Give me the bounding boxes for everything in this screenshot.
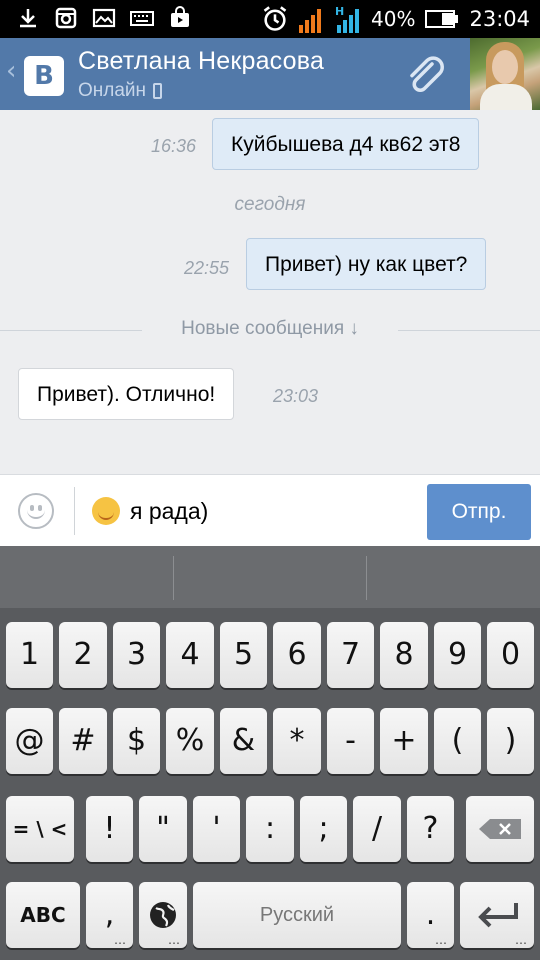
key-4[interactable]: 4: [166, 622, 214, 688]
key-hash[interactable]: #: [59, 708, 107, 774]
contact-avatar[interactable]: [470, 38, 540, 110]
key-period-label: .: [425, 897, 436, 932]
key-6[interactable]: 6: [273, 622, 321, 688]
mobile-phone-icon: [153, 83, 163, 99]
outgoing-message[interactable]: Привет) ну как цвет?: [246, 238, 487, 290]
key-double-quote[interactable]: ": [139, 796, 187, 862]
key-plus[interactable]: +: [380, 708, 428, 774]
key-percent[interactable]: %: [166, 708, 214, 774]
key-1[interactable]: 1: [6, 622, 53, 688]
key-colon[interactable]: :: [246, 796, 294, 862]
paperclip-icon[interactable]: [402, 52, 450, 100]
key-7[interactable]: 7: [327, 622, 374, 688]
key-asterisk[interactable]: *: [273, 708, 321, 774]
network-h-signal-icon: H: [335, 5, 360, 33]
keyboard-icon: [130, 11, 154, 26]
key-abc[interactable]: ABC: [6, 882, 80, 948]
incoming-message[interactable]: Привет). Отлично!: [18, 368, 235, 420]
send-button[interactable]: Отпр.: [427, 484, 531, 540]
chat-header: ‹ В Светлана Некрасова Онлайн: [0, 38, 540, 110]
key-3[interactable]: 3: [113, 622, 160, 688]
new-messages-divider: Новые сообщения ↓: [0, 318, 540, 342]
battery-percent: 40%: [371, 7, 416, 31]
svg-text:H: H: [335, 5, 344, 18]
key-5[interactable]: 5: [220, 622, 267, 688]
key-period[interactable]: .…: [407, 882, 454, 948]
vk-logo[interactable]: В: [24, 56, 64, 96]
key-9[interactable]: 9: [434, 622, 481, 688]
new-messages-label: Новые сообщения ↓: [181, 318, 359, 339]
backspace-key[interactable]: [466, 796, 534, 862]
message-list[interactable]: 16:36 Куйбышева д4 кв62 эт8 сегодня 22:5…: [0, 110, 540, 474]
key-slash[interactable]: /: [353, 796, 401, 862]
divider: [74, 487, 75, 535]
key-open-paren[interactable]: (: [434, 708, 481, 774]
key-2[interactable]: 2: [59, 622, 107, 688]
key-close-paren[interactable]: ): [487, 708, 534, 774]
contact-status: Онлайн: [78, 80, 163, 102]
gallery-icon: [92, 8, 116, 28]
online-status-text: Онлайн: [78, 80, 147, 101]
key-dollar[interactable]: $: [113, 708, 160, 774]
key-at[interactable]: @: [6, 708, 53, 774]
shopping-bag-icon: [171, 6, 189, 27]
smiling-face-icon: [92, 497, 120, 525]
key-comma-label: ,: [104, 897, 115, 932]
backspace-icon: [479, 819, 521, 839]
key-apostrophe[interactable]: ': [193, 796, 240, 862]
signal-icon: [299, 9, 322, 33]
alarm-icon: [263, 6, 287, 31]
contact-name[interactable]: Светлана Некрасова: [78, 47, 324, 76]
status-bar: H 40% 23:04: [0, 0, 540, 38]
enter-arrow-icon: [478, 903, 518, 928]
enter-key[interactable]: …: [460, 882, 534, 948]
back-icon[interactable]: ‹: [6, 56, 16, 86]
key-question[interactable]: ?: [407, 796, 454, 862]
space-key[interactable]: Русский: [193, 882, 401, 948]
message-time: 16:36: [151, 136, 197, 156]
message-time: 23:03: [273, 386, 319, 406]
clock: 23:04: [469, 7, 530, 31]
instagram-icon: [55, 7, 77, 29]
message-input[interactable]: я рада): [92, 497, 208, 525]
message-input-value: я рада): [130, 497, 209, 524]
key-exclamation[interactable]: !: [86, 796, 133, 862]
outgoing-message[interactable]: Куйбышева д4 кв62 эт8: [212, 118, 480, 170]
key-8[interactable]: 8: [380, 622, 428, 688]
message-composer: я рада) Отпр.: [0, 474, 540, 546]
battery-icon: [425, 10, 459, 28]
message-time: 22:55: [184, 258, 230, 278]
globe-icon: [150, 902, 176, 928]
language-key[interactable]: …: [139, 882, 187, 948]
emoji-picker-icon[interactable]: [18, 493, 54, 529]
key-comma[interactable]: ,…: [86, 882, 133, 948]
suggestion-strip[interactable]: [0, 546, 540, 608]
download-icon: [20, 9, 36, 28]
vk-logo-letter: В: [34, 61, 54, 91]
key-ampersand[interactable]: &: [220, 708, 267, 774]
key-0[interactable]: 0: [487, 622, 534, 688]
key-minus[interactable]: -: [327, 708, 374, 774]
on-screen-keyboard: 1 2 3 4 5 6 7 8 9 0 @ # $ % & * - + ( ) …: [0, 546, 540, 960]
key-semicolon[interactable]: ;: [300, 796, 347, 862]
date-separator: сегодня: [234, 194, 306, 215]
key-more-symbols[interactable]: = \ <: [6, 796, 74, 862]
